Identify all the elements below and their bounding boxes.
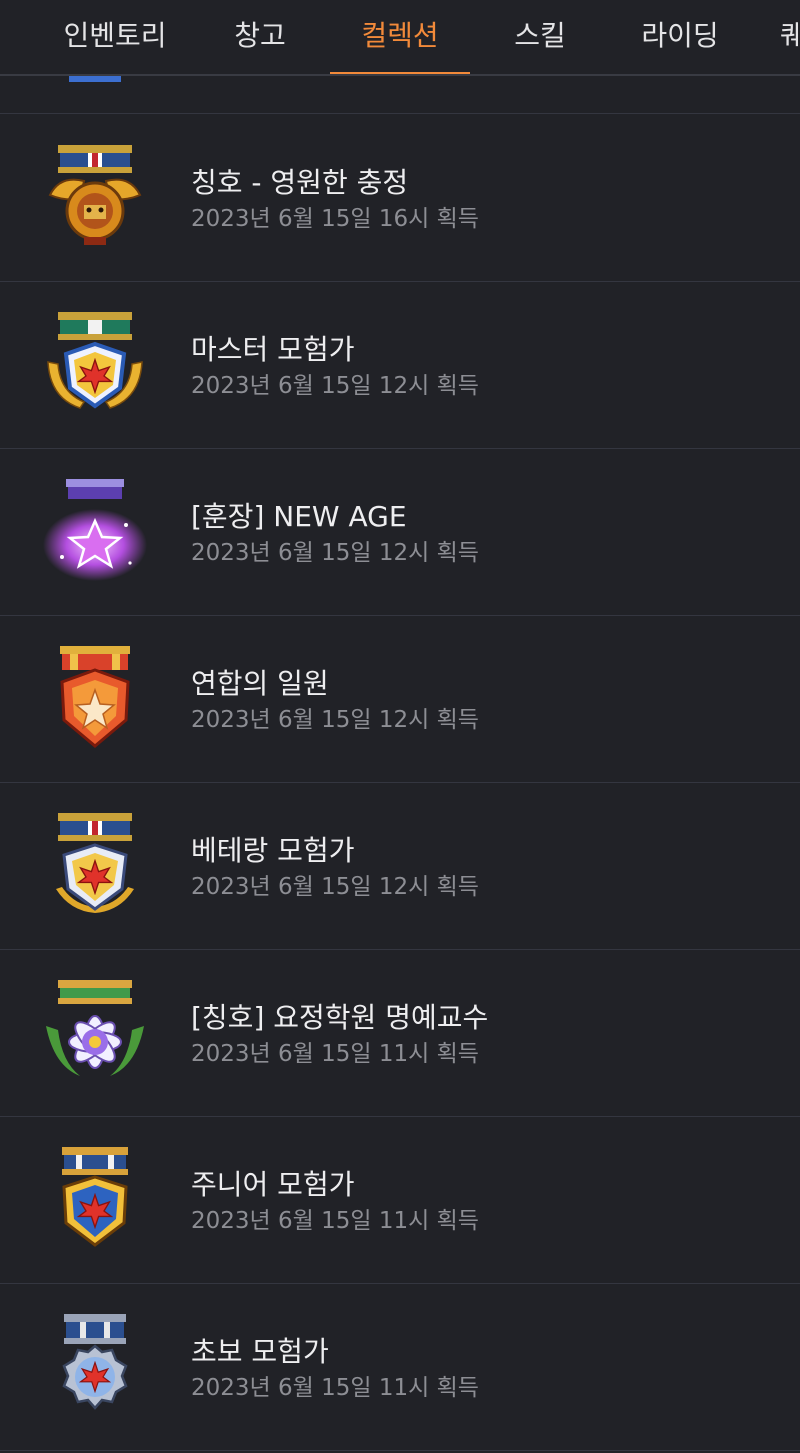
- item-title: 연합의 일원: [191, 667, 329, 700]
- eternal-loyalty-medal-icon: [48, 141, 142, 245]
- list-item[interactable]: [훈장] NEW AGE 2023년 6월 15일 12시 획득: [0, 449, 800, 616]
- list-item[interactable]: 마스터 모험가 2023년 6월 15일 12시 획득: [0, 282, 800, 449]
- item-title: 칭호 - 영원한 충정: [191, 166, 409, 199]
- active-tab-indicator: [330, 72, 470, 74]
- list-item[interactable]: [칭호] 요정학원 명예교수 2023년 6월 15일 11시 획득: [0, 950, 800, 1117]
- veteran-adventurer-medal-icon: [56, 809, 134, 913]
- tab-bar: 인벤토리 창고 컬렉션 스킬 라이딩 퀘: [0, 0, 800, 76]
- item-title: 베테랑 모험가: [191, 834, 355, 867]
- tab-label: 스킬: [514, 19, 566, 52]
- item-title: [칭호] 요정학원 명예교수: [191, 1001, 489, 1034]
- new-age-medal-icon: [43, 479, 147, 581]
- list-item[interactable]: 초보 모험가 2023년 6월 15일 11시 획득: [0, 1284, 800, 1451]
- list-item[interactable]: 주니어 모험가 2023년 6월 15일 11시 획득: [0, 1117, 800, 1284]
- junior-adventurer-medal-icon: [62, 1147, 128, 1247]
- beginner-adventurer-medal-icon: [62, 1314, 128, 1410]
- list-item[interactable]: 칭호 - 영원한 충정 2023년 6월 15일 16시 획득: [0, 115, 800, 282]
- item-date: 2023년 6월 15일 11시 획득: [191, 1375, 479, 1401]
- tab-label: 컬렉션: [361, 19, 439, 52]
- item-date: 2023년 6월 15일 11시 획득: [191, 1041, 479, 1067]
- tab-label: 인벤토리: [63, 19, 167, 52]
- union-member-medal-icon: [60, 646, 130, 748]
- item-title: [훈장] NEW AGE: [191, 500, 407, 533]
- tab-label: 라이딩: [641, 19, 719, 52]
- item-date: 2023년 6월 15일 12시 획득: [191, 874, 479, 900]
- item-title: 초보 모험가: [191, 1335, 329, 1368]
- item-date: 2023년 6월 15일 12시 획득: [191, 707, 479, 733]
- tab-label: 창고: [234, 19, 286, 52]
- tab-inventory[interactable]: 인벤토리: [45, 0, 185, 74]
- item-date: 2023년 6월 15일 16시 획득: [191, 206, 479, 232]
- tab-riding[interactable]: 라이딩: [610, 0, 750, 74]
- tab-collection[interactable]: 컬렉션: [330, 0, 470, 74]
- list-item[interactable]: 베테랑 모험가 2023년 6월 15일 12시 획득: [0, 783, 800, 950]
- master-adventurer-medal-icon: [47, 312, 143, 409]
- tab-label: 퀘: [780, 19, 800, 52]
- fairy-academy-medal-icon: [46, 980, 144, 1076]
- tab-skill[interactable]: 스킬: [470, 0, 610, 74]
- list-item[interactable]: 연합의 일원 2023년 6월 15일 12시 획득: [0, 616, 800, 783]
- tab-storage[interactable]: 창고: [190, 0, 330, 74]
- tab-quest[interactable]: 퀘: [780, 0, 800, 74]
- item-date: 2023년 6월 15일 11시 획득: [191, 1208, 479, 1234]
- item-date: 2023년 6월 15일 12시 획득: [191, 540, 479, 566]
- item-title: 주니어 모험가: [191, 1168, 355, 1201]
- item-date: 2023년 6월 15일 12시 획득: [191, 373, 479, 399]
- item-title: 마스터 모험가: [191, 333, 355, 366]
